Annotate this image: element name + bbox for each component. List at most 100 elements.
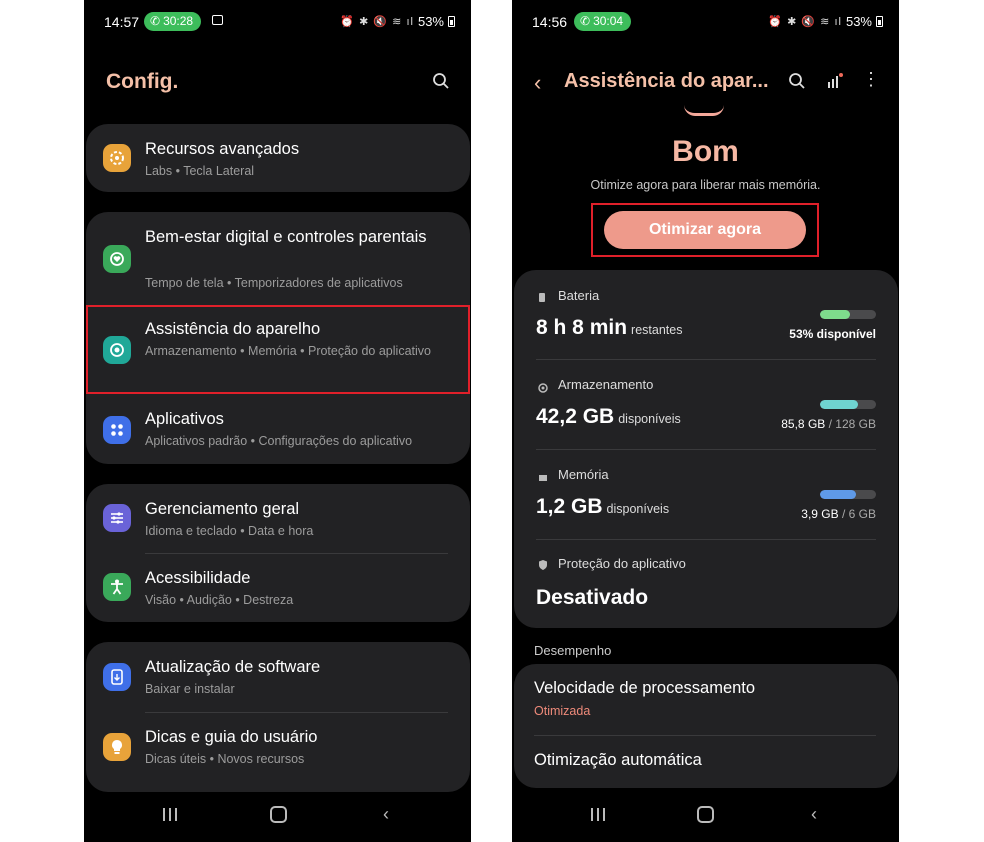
item-title: Acessibilidade [145,569,251,587]
recent-apps-button[interactable] [583,802,613,826]
battery-unit: restantes [631,323,683,337]
item-subtitle: Otimizada [534,704,591,718]
app-protection-label: Proteção do aplicativo [558,556,686,571]
memory-section[interactable]: Memória 1,2 GB disponíveis 3,9 GB / 6 GB [514,450,898,538]
settings-item-apps[interactable]: Aplicativos Aplicativos padrão • Configu… [86,402,470,462]
item-title: Aplicativos [145,410,224,428]
settings-group-advanced: Recursos avançados Labs • Tecla Lateral [86,124,470,192]
settings-group-device: Bem-estar digital e controles parentais … [86,212,470,464]
search-icon[interactable] [432,72,449,89]
home-icon [696,805,714,823]
battery-percent: 53% [417,14,444,29]
item-title: Assistência do aparelho [145,320,321,338]
back-button[interactable]: ‹ [799,802,829,826]
storage-bar-fill [820,400,858,409]
item-title: Gerenciamento geral [145,500,300,518]
diagnostics-icon[interactable] [826,72,844,95]
divider [145,712,448,713]
more-options-icon[interactable]: ⋮ [862,70,880,88]
item-subtitle: Aplicativos padrão • Configurações do ap… [145,434,413,448]
status-time: 14:57 [104,14,140,30]
star-gear-icon [103,144,131,172]
settings-item-accessibility[interactable]: Acessibilidade Visão • Audição • Destrez… [86,554,470,622]
item-subtitle: Tempo de tela • Temporizadores de aplica… [145,276,403,290]
settings-item-device-care[interactable]: Assistência do aparelho Armazenamento • … [86,308,470,390]
back-arrow-icon[interactable]: ‹ [534,70,541,96]
app-protection-section[interactable]: Proteção do aplicativo Desativado [514,540,898,628]
storage-small-icon [538,380,548,393]
battery-bar [820,310,876,319]
memory-usage: 3,9 GB / 6 GB [801,507,876,521]
item-subtitle: Idioma e teclado • Data e hora [145,524,314,538]
accessibility-icon [103,573,131,601]
battery-section[interactable]: Bateria 8 h 8 min restantes 53% disponíve… [514,270,898,358]
item-title: Atualização de software [145,658,321,676]
memory-value: 1,2 GB disponíveis [536,495,669,519]
status-bar: 14:56 ✆ 30:04 ⏰ ✱ 🔇 ≋ ıl 53% [512,0,899,44]
performance-header: Desempenho [534,643,612,658]
settings-item-general-management[interactable]: Gerenciamento geral Idioma e teclado • D… [86,484,470,552]
status-rating: Bom [672,135,739,168]
storage-total: / 128 GB [828,417,876,431]
call-indicator[interactable]: ✆ 30:04 [574,12,632,31]
status-gauge-arc [684,105,724,116]
item-subtitle: Dicas úteis • Novos recursos [145,752,305,766]
settings-group-support: Atualização de software Baixar e instala… [86,642,470,792]
call-indicator[interactable]: ✆ 30:28 [144,12,202,31]
device-care-screen: 14:56 ✆ 30:04 ⏰ ✱ 🔇 ≋ ıl 53% ‹ Assistênci… [512,0,899,842]
memory-label: Memória [558,467,609,482]
phone-icon: ✆ [580,14,591,28]
search-icon[interactable] [788,72,806,95]
settings-item-tips-guide[interactable]: Dicas e guia do usuário Dicas úteis • No… [86,714,470,786]
item-title: Bem-estar digital e controles parentais [145,228,427,246]
battery-value: 8 h 8 min restantes [536,316,682,340]
performance-card: Velocidade de processamento Otimizada Ot… [514,664,898,788]
battery-percent: 53% [845,14,872,29]
settings-item-software-update[interactable]: Atualização de software Baixar e instala… [86,642,470,712]
lightbulb-icon [103,733,131,761]
gallery-icon [212,15,223,25]
processing-speed-item[interactable]: Velocidade de processamento Otimizada [514,664,898,734]
alarm-bluetooth-mute-wifi-signal-icons: ⏰ ✱ 🔇 ≋ ıl [340,16,414,28]
memory-total: / 6 GB [841,507,876,521]
optimize-now-button[interactable]: Otimizar agora [604,211,806,249]
battery-bar-fill [820,310,850,319]
settings-item-digital-wellbeing[interactable]: Bem-estar digital e controles parentais … [86,212,470,304]
settings-item-advanced-features[interactable]: Recursos avançados Labs • Tecla Lateral [86,124,470,192]
item-subtitle: Labs • Tecla Lateral [145,164,255,178]
device-metrics-card: Bateria 8 h 8 min restantes 53% disponíve… [514,270,898,628]
alarm-bluetooth-mute-wifi-signal-icons: ⏰ ✱ 🔇 ≋ ıl [768,16,842,28]
shield-icon [538,558,548,570]
memory-small-icon [538,470,548,481]
phone-icon: ✆ [150,14,161,28]
battery-time: 8 h 8 min [536,316,628,339]
storage-section[interactable]: Armazenamento 42,2 GB disponíveis 85,8 GB… [514,360,898,448]
storage-usage: 85,8 GB / 128 GB [781,417,876,431]
status-icons: ⏰ ✱ 🔇 ≋ ıl 53% [768,14,883,29]
recent-apps-button[interactable] [155,802,185,826]
status-message: Otimize agora para liberar mais memória. [590,178,821,192]
device-care-icon [103,336,131,364]
status-bar: 14:57 ✆ 30:28 ⏰ ✱ 🔇 ≋ ıl 53% [84,0,471,44]
auto-optimization-item[interactable]: Otimização automática [514,736,898,788]
storage-free: 42,2 GB [536,405,615,428]
item-subtitle: Baixar e instalar [145,682,235,696]
memory-bar-fill [820,490,857,499]
item-subtitle: Visão • Audição • Destreza [145,593,294,607]
storage-unit: disponíveis [618,412,681,426]
battery-label: Bateria [558,288,600,303]
storage-value: 42,2 GB disponíveis [536,405,681,429]
home-button[interactable] [690,802,720,826]
settings-group-general: Gerenciamento geral Idioma e teclado • D… [86,484,470,622]
item-title: Dicas e guia do usuário [145,728,318,746]
battery-small-icon [538,290,548,302]
battery-icon [448,16,455,27]
call-duration: 30:04 [593,14,624,28]
home-icon [269,805,287,823]
update-icon [103,663,131,691]
app-bar: ‹ Assistência do apar... ⋮ [512,68,899,98]
memory-unit: disponíveis [606,502,670,516]
back-button[interactable]: ‹ [371,802,401,826]
memory-used: 3,9 GB [801,507,839,521]
home-button[interactable] [263,802,293,826]
